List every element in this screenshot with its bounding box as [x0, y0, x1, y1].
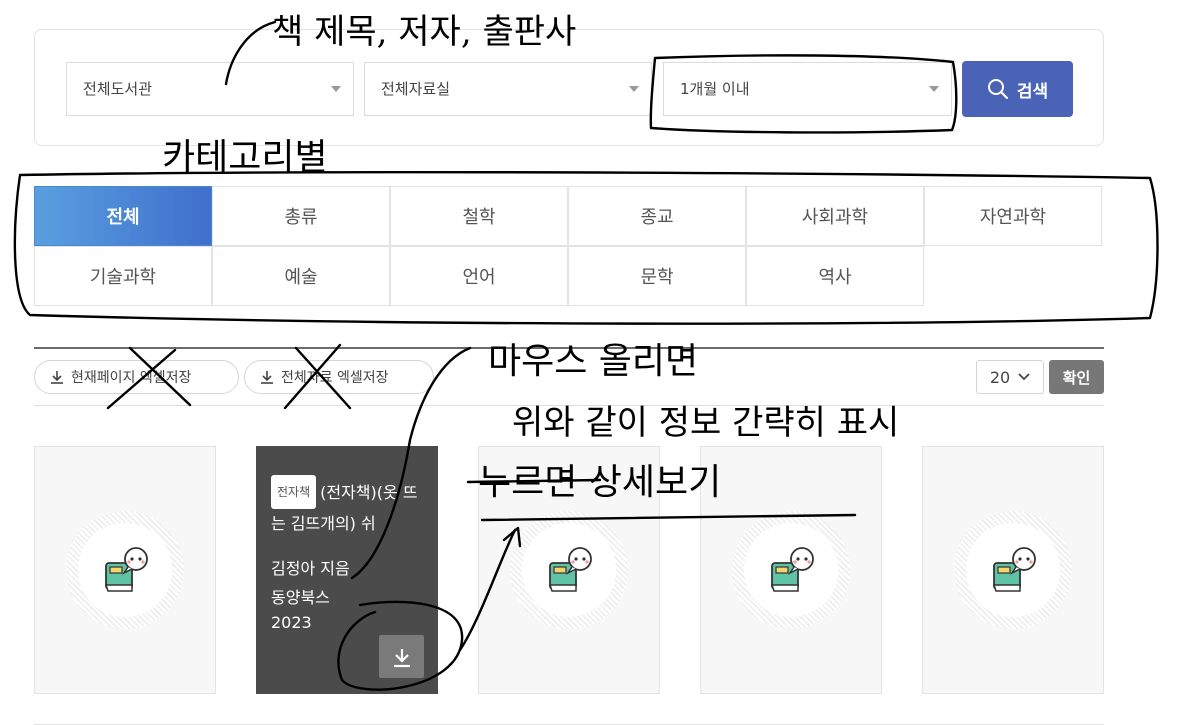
per-page-select[interactable]: 20 — [976, 360, 1044, 394]
book-author: 김정아 지음 — [271, 559, 350, 578]
book-card[interactable] — [922, 446, 1104, 694]
category-history[interactable]: 역사 — [746, 246, 924, 306]
category-general[interactable]: 총류 — [212, 186, 390, 246]
book-card-hover[interactable]: 전자책 (전자책)(옷 뜨는 김뜨개의) 쉬 김정아 지음 동양북스 2023 — [256, 446, 438, 694]
export-all-button[interactable]: 전체자료 엑셀저장 — [244, 360, 434, 394]
book-cover-placeholder — [732, 511, 850, 629]
export-all-label: 전체자료 엑셀저장 — [281, 370, 389, 386]
download-button[interactable] — [379, 635, 424, 678]
search-icon — [987, 79, 1008, 100]
chevron-down-icon — [1018, 373, 1030, 381]
annotation-search-fields: 책 제목, 저자, 출판사 — [272, 12, 577, 52]
category-grid: 전체 총류 철학 종교 사회과학 자연과학 기술과학 예술 언어 문학 역사 — [34, 186, 1103, 307]
per-page-value: 20 — [989, 367, 1011, 387]
room-select-value: 전체자료실 — [381, 80, 451, 98]
book-year: 2023 — [271, 613, 312, 632]
category-all[interactable]: 전체 — [34, 186, 212, 246]
period-select-value: 1개월 이내 — [680, 80, 750, 98]
category-language[interactable]: 언어 — [390, 246, 568, 306]
category-arts[interactable]: 예술 — [212, 246, 390, 306]
download-icon — [51, 371, 63, 384]
chevron-down-icon — [629, 86, 639, 92]
category-literature[interactable]: 문학 — [568, 246, 746, 306]
category-religion[interactable]: 종교 — [568, 186, 746, 246]
book-chat-icon — [104, 547, 148, 592]
search-button[interactable]: 검색 — [962, 61, 1073, 117]
annotation-hover-info: 위와 같이 정보 간략히 표시 — [512, 403, 900, 443]
library-select-value: 전체도서관 — [83, 80, 153, 98]
export-page-button[interactable]: 현재페이지 엑셀저장 — [34, 360, 239, 394]
period-select[interactable]: 1개월 이내 — [663, 62, 952, 116]
library-select[interactable]: 전체도서관 — [66, 62, 354, 116]
book-cover-placeholder — [510, 511, 628, 629]
book-chat-icon — [770, 547, 814, 592]
category-social-science[interactable]: 사회과학 — [746, 186, 924, 246]
book-chat-icon — [992, 547, 1036, 592]
room-select[interactable]: 전체자료실 — [364, 62, 652, 116]
ebook-badge: 전자책 — [271, 475, 317, 509]
category-technology[interactable]: 기술과학 — [34, 246, 212, 306]
chevron-down-icon — [929, 86, 939, 92]
confirm-button[interactable]: 확인 — [1049, 360, 1104, 394]
category-natural-science[interactable]: 자연과학 — [924, 186, 1102, 246]
book-chat-icon — [548, 547, 592, 592]
chevron-down-icon — [331, 86, 341, 92]
book-title-block: 전자책 (전자책)(옷 뜨는 김뜨개의) 쉬 — [271, 475, 429, 539]
download-icon — [261, 371, 273, 384]
annotation-hover: 마우스 올리면 — [488, 341, 699, 382]
search-button-label: 검색 — [1016, 81, 1049, 102]
book-card[interactable] — [700, 446, 882, 694]
book-cover-placeholder — [954, 511, 1072, 629]
book-card[interactable] — [34, 446, 216, 694]
book-publisher: 동양북스 — [271, 588, 330, 607]
export-page-label: 현재페이지 엑셀저장 — [71, 370, 192, 386]
book-cover-placeholder — [66, 511, 184, 629]
category-philosophy[interactable]: 철학 — [390, 186, 568, 246]
annotation-category: 카테고리별 — [162, 137, 328, 178]
download-icon — [393, 648, 410, 667]
annotation-click-detail: 누르면 상세보기 — [478, 462, 722, 503]
